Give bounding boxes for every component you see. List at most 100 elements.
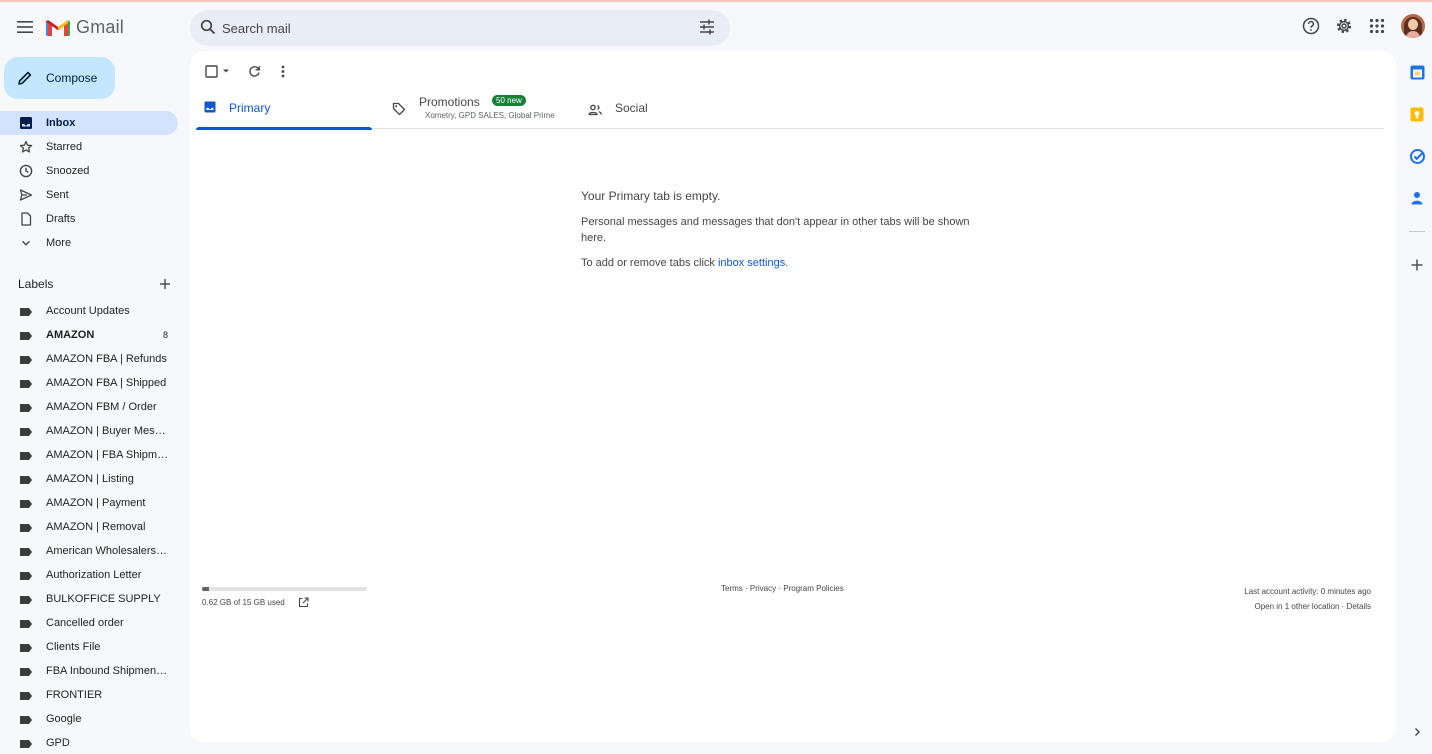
account-avatar[interactable] [1401, 14, 1425, 38]
gear-icon [1336, 18, 1352, 34]
label-item[interactable]: FBA Inbound Shipment Issues [0, 660, 178, 684]
tab-promotions[interactable]: Promotions [386, 91, 566, 129]
settings-button[interactable] [1333, 15, 1355, 37]
footer-links: Terms · Privacy · Program Policies [721, 584, 844, 593]
more-actions-button[interactable] [276, 62, 290, 80]
plus-icon [160, 279, 170, 289]
search-bar [190, 10, 730, 46]
nav-item-more[interactable]: More [0, 231, 178, 255]
main-menu-button[interactable] [10, 12, 40, 42]
nav-item-sent[interactable]: Sent [0, 183, 178, 207]
privacy-link[interactable]: Privacy [750, 584, 776, 593]
tasks-app-button[interactable] [1409, 148, 1425, 164]
draft-icon [21, 212, 32, 226]
label-item[interactable]: Cancelled order [0, 612, 178, 636]
label-item[interactable]: AMAZON FBM / Order [0, 396, 178, 420]
label-icon [20, 716, 32, 724]
label-item[interactable]: AMAZON | Buyer Messages [0, 420, 178, 444]
label-icon [20, 572, 32, 580]
help-button[interactable] [1300, 15, 1322, 37]
label-item[interactable]: Authorization Letter [0, 564, 178, 588]
chevron-down-icon [22, 240, 30, 246]
nav-label: More [46, 237, 72, 249]
create-label-button[interactable] [157, 276, 173, 292]
pencil-icon [18, 71, 32, 85]
nav-label: Starred [46, 141, 83, 153]
separator: · [742, 584, 750, 593]
label-icon [20, 596, 32, 604]
details-link[interactable]: Details [1347, 602, 1371, 611]
empty-state-tip: To add or remove tabs click inbox settin… [581, 257, 788, 269]
label-icon [20, 308, 32, 316]
keep-app-button[interactable] [1409, 106, 1425, 122]
show-side-panel-button[interactable] [1409, 724, 1425, 740]
inbox-icon [20, 117, 32, 129]
label-name: AMAZON | Listing [46, 473, 134, 485]
label-name: AMAZON | FBA Shipment [46, 449, 170, 461]
label-item[interactable]: AMAZON FBA | Shipped [0, 372, 178, 396]
label-icon [20, 476, 32, 484]
other-location-text: Open in 1 other location · Details [1244, 599, 1371, 614]
people-icon [588, 104, 602, 116]
label-name: American Wholesalers Inc [46, 545, 170, 557]
label-item[interactable]: AMAZON 8 [0, 324, 178, 348]
label-icon [20, 524, 32, 532]
label-item[interactable]: BULKOFFICE SUPPLY [0, 588, 178, 612]
nav-label: Snoozed [46, 165, 90, 177]
label-item[interactable]: AMAZON | Payment [0, 492, 178, 516]
nav-label: Drafts [46, 213, 76, 225]
storage-text: 0.62 GB of 15 GB used [202, 598, 285, 607]
nav-item-drafts[interactable]: Drafts [0, 207, 178, 231]
mail-panel: Primary Promotions 50 new Xometry, GPD S… [190, 51, 1396, 742]
storage-bar-fill [202, 587, 209, 591]
open-in-new-icon[interactable] [298, 597, 309, 608]
label-item[interactable]: Google [0, 708, 178, 732]
compose-label: Compose [46, 71, 98, 85]
more-vert-icon [281, 65, 285, 77]
nav-item-inbox[interactable]: Inbox [0, 111, 178, 135]
side-panel-divider [1409, 231, 1425, 232]
tab-primary[interactable]: Primary [196, 91, 372, 130]
compose-button[interactable]: Compose [4, 57, 115, 99]
nav-item-snoozed[interactable]: Snoozed [0, 159, 178, 183]
contacts-icon [1411, 192, 1423, 205]
empty-state-title: Your Primary tab is empty. [581, 189, 721, 203]
label-name: AMAZON FBM / Order [46, 401, 157, 413]
contacts-app-button[interactable] [1409, 190, 1425, 206]
program-policies-link[interactable]: Program Policies [783, 584, 843, 593]
label-name: Clients File [46, 641, 101, 653]
label-item[interactable]: Clients File [0, 636, 178, 660]
label-item[interactable]: GPD [0, 732, 178, 754]
label-item[interactable]: American Wholesalers Inc [0, 540, 178, 564]
tab-social[interactable]: Social [580, 91, 760, 129]
label-item[interactable]: AMAZON | FBA Shipment [0, 444, 178, 468]
label-item[interactable]: AMAZON FBA | Refunds [0, 348, 178, 372]
google-apps-button[interactable] [1366, 15, 1388, 37]
tip-text: To add or remove tabs click [581, 257, 718, 269]
search-input[interactable] [222, 18, 662, 38]
label-item[interactable]: AMAZON | Removal [0, 516, 178, 540]
label-item[interactable]: Account Updates [0, 300, 178, 324]
last-activity-text: Last account activity: 0 minutes ago [1244, 587, 1371, 596]
calendar-app-button[interactable] [1409, 64, 1425, 80]
terms-link[interactable]: Terms [721, 584, 743, 593]
search-options-icon[interactable] [698, 18, 716, 36]
get-addons-button[interactable] [1409, 257, 1425, 273]
hamburger-menu-icon [17, 21, 33, 33]
gmail-logo[interactable]: Gmail [46, 16, 124, 38]
chevron-right-icon [1415, 728, 1420, 736]
label-name: AMAZON FBA | Shipped [46, 377, 167, 389]
search-icon[interactable] [200, 19, 216, 35]
help-icon [1302, 17, 1320, 35]
other-location-label: Open in 1 other location · [1254, 602, 1347, 611]
inbox-settings-link[interactable]: inbox settings [718, 257, 785, 269]
select-all-checkbox[interactable] [202, 62, 232, 80]
label-item[interactable]: AMAZON | Listing [0, 468, 178, 492]
labels-list: Account Updates AMAZON 8 AMAZON FBA | Ref… [0, 300, 178, 754]
label-name: AMAZON FBA | Refunds [46, 353, 167, 365]
nav-item-starred[interactable]: Starred [0, 135, 178, 159]
label-item[interactable]: FRONTIER [0, 684, 178, 708]
refresh-button[interactable] [246, 62, 262, 80]
label-icon [20, 548, 32, 556]
label-icon [20, 428, 32, 436]
